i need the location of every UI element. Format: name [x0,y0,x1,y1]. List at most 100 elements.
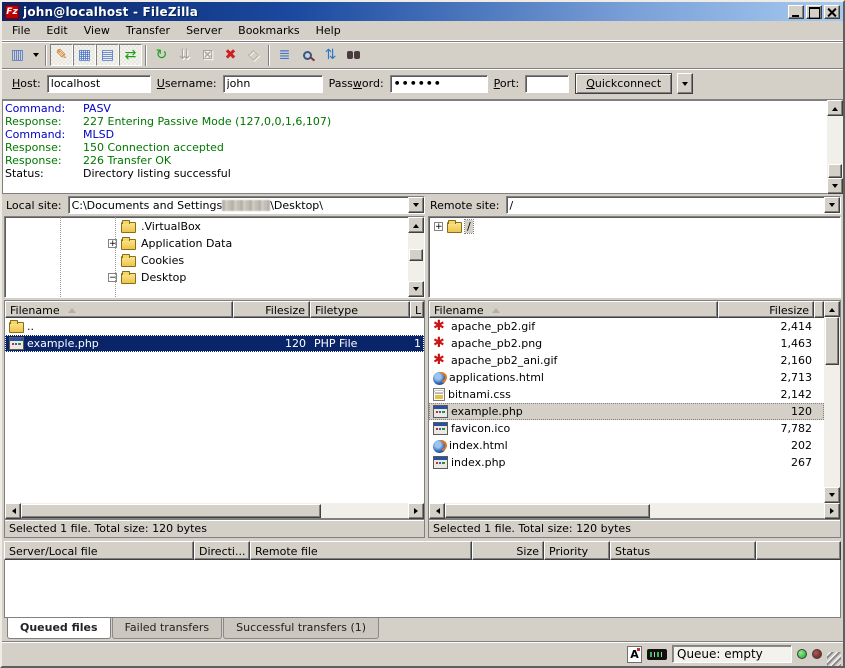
refresh-button[interactable]: ↻ [150,44,173,66]
remote-file-list[interactable]: apache_pb2.gif 2,414 apache_pb2.png 1,46… [429,318,824,503]
queue-list[interactable] [4,560,841,618]
scroll-up-button[interactable] [827,100,843,116]
scroll-up-button[interactable] [408,217,424,233]
scrollbar-thumb[interactable] [409,249,423,261]
resize-grip[interactable] [827,652,841,666]
file-row[interactable]: apache_pb2.gif 2,414 [429,318,824,335]
scroll-down-button[interactable] [827,178,843,194]
local-hscrollbar[interactable] [4,503,425,519]
scrollbar-thumb[interactable] [828,164,842,178]
remote-site-combo[interactable]: / [506,196,841,214]
scroll-left-button[interactable] [5,503,21,519]
scroll-right-button[interactable] [824,503,840,519]
remote-directory-tree[interactable]: / [428,216,841,298]
scrollbar-track[interactable] [408,261,424,281]
column-header-status[interactable]: Status [610,541,756,560]
column-header-filename[interactable]: Filename [429,301,718,318]
menu-item[interactable]: View [76,22,118,40]
scrollbar-thumb[interactable] [445,504,650,518]
column-header-server-local-file[interactable]: Server/Local file [4,541,194,560]
maximize-button[interactable] [806,5,822,19]
file-row[interactable]: applications.html 2,713 [429,369,824,386]
synchronized-browsing-button[interactable]: ⇅ [319,44,342,66]
scrollbar-track[interactable] [321,503,408,518]
filter-button[interactable]: ≣ [273,44,296,66]
menu-item[interactable]: Transfer [118,22,178,40]
file-row[interactable]: bitnami.css 2,142 [429,386,824,403]
quickconnect-dropdown[interactable] [677,73,693,94]
scroll-up-button[interactable] [824,301,840,317]
tree-item[interactable]: .VirtualBox [5,218,408,235]
column-header-direction[interactable]: Directi... [194,541,250,560]
scrollbar-track[interactable] [824,365,840,487]
file-row[interactable]: favicon.ico 7,782 [429,420,824,437]
column-header-filetype[interactable]: Filetype [310,301,410,318]
queue-tab[interactable]: Queued files [7,618,111,639]
file-row[interactable]: index.php 267 [429,454,824,471]
cancel-operation-button[interactable]: ⊠ [196,44,219,66]
remote-vscrollbar[interactable] [824,301,840,503]
host-input[interactable] [47,75,151,93]
process-queue-button[interactable]: ⇊ [173,44,196,66]
minimize-button[interactable] [788,5,804,19]
menu-item[interactable]: File [4,22,38,40]
column-header-lastmodified[interactable]: L [410,301,424,318]
file-row[interactable]: apache_pb2_ani.gif 2,160 [429,352,824,369]
log-scrollbar[interactable] [827,100,843,194]
quickconnect-button[interactable]: Quickconnect [575,73,672,94]
tree-item[interactable]: Cookies [5,252,408,269]
local-directory-tree[interactable]: .VirtualBox Application Data Cookies [4,216,425,298]
remote-site-dropdown[interactable] [824,197,840,213]
scrollbar-track[interactable] [650,503,824,518]
message-log[interactable]: Command: PASV Response: 227 Entering Pas… [2,100,827,194]
scroll-down-button[interactable] [824,487,840,503]
disconnect-button[interactable]: ✖ [219,44,242,66]
queue-tab[interactable]: Successful transfers (1) [223,618,379,639]
local-tree-scrollbar[interactable] [408,217,424,297]
toggle-local-tree-button[interactable]: ▦ [73,44,96,66]
port-input[interactable] [525,75,569,93]
file-row[interactable]: .. [5,318,424,335]
file-row[interactable]: example.php 120 PHP File 1 [5,335,424,352]
scrollbar-thumb[interactable] [21,504,321,518]
column-header-remote-file[interactable]: Remote file [250,541,472,560]
site-manager-dropdown[interactable] [29,44,42,66]
column-header-filesize[interactable]: Filesize [233,301,310,318]
site-manager-button[interactable]: ▥ [6,44,29,66]
speed-limit-icon[interactable] [647,649,667,660]
column-header-size[interactable]: Size [472,541,544,560]
scroll-down-button[interactable] [408,281,424,297]
menu-item[interactable]: Help [308,22,349,40]
menu-item[interactable]: Server [178,22,230,40]
tree-item[interactable]: / [429,218,840,235]
tree-item[interactable]: Desktop [5,269,408,286]
toggle-queue-button[interactable]: ⇄ [119,44,142,66]
column-header-filesize[interactable]: Filesize [718,301,814,318]
file-row[interactable]: apache_pb2.png 1,463 [429,335,824,352]
file-row[interactable]: index.html 202 [429,437,824,454]
tree-expander[interactable] [434,222,443,231]
menu-item[interactable]: Edit [38,22,75,40]
scrollbar-track[interactable] [408,233,424,249]
password-input[interactable] [390,75,488,93]
menu-item[interactable]: Bookmarks [230,22,307,40]
queue-tab[interactable]: Failed transfers [112,618,223,639]
column-header-priority[interactable]: Priority [544,541,610,560]
column-header-filename[interactable]: Filename [5,301,233,318]
tree-item[interactable]: Application Data [5,235,408,252]
scroll-left-button[interactable] [429,503,445,519]
title-bar[interactable]: Fz john@localhost - FileZilla [2,2,843,21]
username-input[interactable] [223,75,323,93]
local-site-dropdown[interactable] [408,197,424,213]
remote-hscrollbar[interactable] [428,503,841,519]
reconnect-button[interactable]: ◇ [242,44,265,66]
local-file-list[interactable]: .. example.php 120 PHP File [5,318,424,503]
compare-directories-button[interactable] [296,44,319,66]
local-site-combo[interactable]: C:\Documents and Settings\Desktop\ [68,196,425,214]
toggle-message-log-button[interactable]: ✎ [50,44,73,66]
scroll-right-button[interactable] [408,503,424,519]
file-row[interactable]: example.php 120 [429,403,824,420]
toggle-remote-tree-button[interactable]: ▤ [96,44,119,66]
scrollbar-track[interactable] [827,116,843,164]
close-button[interactable] [824,5,840,19]
